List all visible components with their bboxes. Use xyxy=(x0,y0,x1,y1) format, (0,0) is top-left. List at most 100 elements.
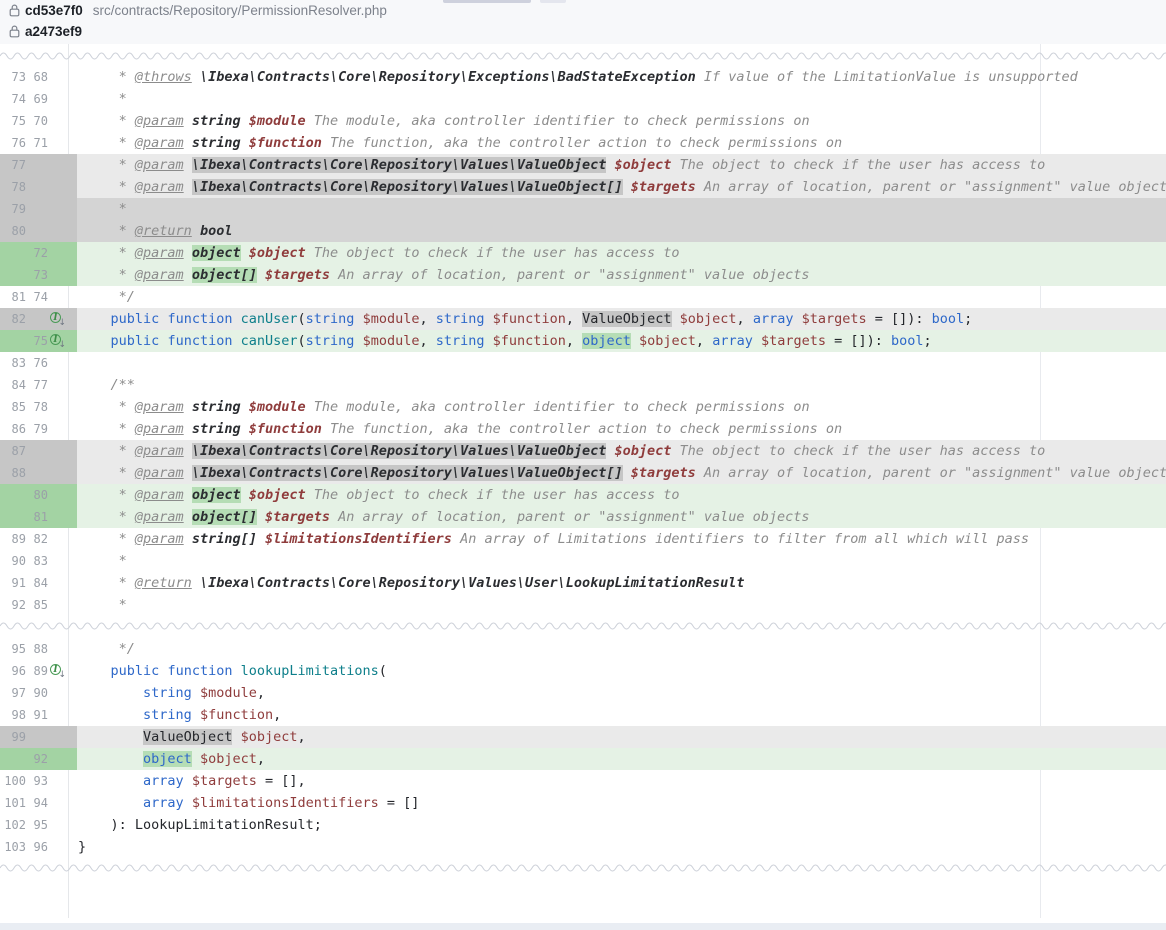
code-line[interactable]: * xyxy=(77,594,1166,616)
code-line[interactable]: ValueObject $object, xyxy=(77,726,1166,748)
collapsed-region-separator[interactable] xyxy=(0,49,1166,63)
code-token: $module xyxy=(200,685,257,701)
code-line[interactable]: * @return \Ibexa\Contracts\Core\Reposito… xyxy=(77,572,1166,594)
code-token: $targets xyxy=(761,333,826,349)
code-line[interactable]: public function canUser(string $module, … xyxy=(77,308,1166,330)
code-token: The object to check if the user has acce… xyxy=(671,157,1045,173)
code-line[interactable]: public function lookupLimitations( xyxy=(77,660,1166,682)
implemented-method-icon[interactable]: I↓ xyxy=(50,334,63,347)
code-token xyxy=(78,795,143,811)
code-token: * xyxy=(78,113,135,129)
code-token: , xyxy=(257,685,265,701)
gutter-icon-slot xyxy=(48,352,72,374)
code-token: @param xyxy=(135,179,184,195)
old-line-number: 92 xyxy=(0,594,26,616)
code-line[interactable]: array $targets = [], xyxy=(77,770,1166,792)
changed-word: object xyxy=(192,245,241,261)
gutter-icon-slot xyxy=(48,88,72,110)
code-line[interactable]: * xyxy=(77,550,1166,572)
code-line[interactable]: } xyxy=(77,836,1166,858)
code-token: */ xyxy=(78,641,135,657)
new-line-number: 92 xyxy=(26,748,48,770)
code-line[interactable]: * @param object[] $targets An array of l… xyxy=(77,506,1166,528)
code-line[interactable]: * @param \Ibexa\Contracts\Core\Repositor… xyxy=(77,440,1166,462)
code-line[interactable]: /** xyxy=(77,374,1166,396)
code-line[interactable]: * @param \Ibexa\Contracts\Core\Repositor… xyxy=(77,176,1166,198)
line-number-gutter: 9285 xyxy=(0,594,77,616)
code-line[interactable]: ): LookupLimitationResult; xyxy=(77,814,1166,836)
code-token: string xyxy=(436,311,485,327)
code-line[interactable]: * @param \Ibexa\Contracts\Core\Repositor… xyxy=(77,154,1166,176)
code-token: $targets xyxy=(192,773,257,789)
code-line[interactable]: * @param string[] $limitationsIdentifier… xyxy=(77,528,1166,550)
code-line[interactable]: */ xyxy=(77,638,1166,660)
code-line[interactable]: string $function, xyxy=(77,704,1166,726)
line-number-gutter: 77 xyxy=(0,154,77,176)
new-line-number: 76 xyxy=(26,352,48,374)
code-line[interactable]: array $limitationsIdentifiers = [] xyxy=(77,792,1166,814)
line-number-gutter: 9790 xyxy=(0,682,77,704)
code-line[interactable]: * @param string $function The function, … xyxy=(77,418,1166,440)
line-number-gutter: 7469 xyxy=(0,88,77,110)
old-line-number xyxy=(0,506,26,528)
code-token xyxy=(184,245,192,261)
new-line-number: 82 xyxy=(26,528,48,550)
code-token: @return xyxy=(135,223,192,239)
code-line[interactable]: * @throws \Ibexa\Contracts\Core\Reposito… xyxy=(77,66,1166,88)
collapsed-region-separator[interactable] xyxy=(0,861,1166,875)
code-token: $object xyxy=(249,245,306,261)
code-token xyxy=(241,421,249,437)
line-number-gutter: 87 xyxy=(0,440,77,462)
code-token xyxy=(192,223,200,239)
code-token: An array of location, parent or "assignm… xyxy=(696,465,1166,481)
code-token: $object xyxy=(614,443,671,459)
code-line[interactable]: public function canUser(string $module, … xyxy=(77,330,1166,352)
code-line[interactable]: * @param object $object The object to ch… xyxy=(77,484,1166,506)
code-token: * xyxy=(78,267,135,283)
code-line[interactable]: * xyxy=(77,88,1166,110)
line-number-gutter: 10194 xyxy=(0,792,77,814)
code-token: $targets xyxy=(265,267,330,283)
diff-row: 10396} xyxy=(0,836,1166,858)
diff-row: 9891 string $function, xyxy=(0,704,1166,726)
line-number-gutter: 88 xyxy=(0,462,77,484)
code-line[interactable]: * @param string $module The module, aka … xyxy=(77,110,1166,132)
code-line[interactable]: * @return bool xyxy=(77,220,1166,242)
code-line[interactable]: * @param string $module The module, aka … xyxy=(77,396,1166,418)
code-token: $function xyxy=(249,135,322,151)
implemented-method-icon[interactable]: I↓ xyxy=(50,664,63,677)
code-token: = [] xyxy=(379,795,420,811)
code-line[interactable]: * xyxy=(77,198,1166,220)
code-token: string xyxy=(436,333,485,349)
code-token xyxy=(192,69,200,85)
code-line[interactable]: * @param object[] $targets An array of l… xyxy=(77,264,1166,286)
code-token: @param xyxy=(135,135,184,151)
collapsed-region-separator[interactable] xyxy=(0,619,1166,633)
bottom-scrollbar-track[interactable] xyxy=(0,923,1166,930)
code-token: @param xyxy=(135,443,184,459)
code-line[interactable]: object $object, xyxy=(77,748,1166,770)
code-line[interactable]: */ xyxy=(77,286,1166,308)
code-line[interactable]: string $module, xyxy=(77,682,1166,704)
code-token: , xyxy=(419,333,435,349)
changed-word: object xyxy=(582,333,631,349)
old-line-number: 90 xyxy=(0,550,26,572)
code-token: @param xyxy=(135,399,184,415)
implemented-method-icon[interactable]: I↓ xyxy=(50,312,63,325)
code-token: An array of location, parent or "assignm… xyxy=(330,509,810,525)
code-token: ( xyxy=(298,311,306,327)
new-line-number: 74 xyxy=(26,286,48,308)
code-token: $object xyxy=(639,333,696,349)
code-line[interactable]: * @param \Ibexa\Contracts\Core\Repositor… xyxy=(77,462,1166,484)
code-line[interactable]: * @param object $object The object to ch… xyxy=(77,242,1166,264)
new-line-number: 79 xyxy=(26,418,48,440)
code-line[interactable]: * @param string $function The function, … xyxy=(77,132,1166,154)
code-token xyxy=(672,311,680,327)
new-line-number: 68 xyxy=(26,66,48,88)
gutter-icon-slot: I↓ xyxy=(48,660,72,682)
code-token: function xyxy=(167,311,232,327)
old-line-number: 86 xyxy=(0,418,26,440)
old-line-number xyxy=(0,242,26,264)
code-token: function xyxy=(167,663,232,679)
code-line[interactable] xyxy=(77,352,1166,374)
